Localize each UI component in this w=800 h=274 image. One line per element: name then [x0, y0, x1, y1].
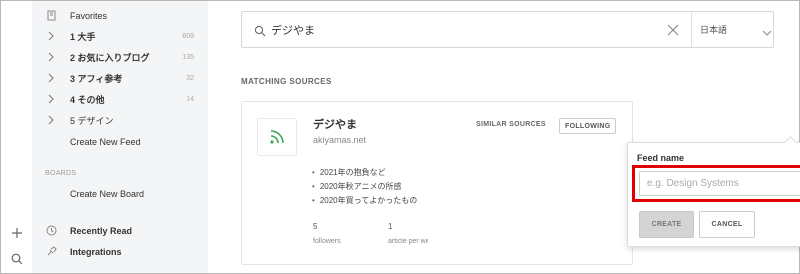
search-input[interactable] — [271, 20, 631, 40]
create-feed-label: Create New Feed — [70, 136, 141, 147]
language-select[interactable]: 日本語 — [700, 23, 727, 36]
feed-label: 1 大手 — [70, 32, 96, 42]
clock-icon — [46, 225, 57, 236]
feed-label: 3 アフィ参考 — [70, 74, 123, 84]
left-rail — [1, 1, 32, 273]
feed-name-input[interactable] — [639, 171, 800, 196]
chevron-right-icon[interactable] — [46, 31, 56, 41]
sidebar-feed-item[interactable]: 2 お気に入りブログ 135 — [32, 47, 208, 68]
source-url: akiyamas.net — [313, 135, 367, 145]
chevron-right-icon[interactable] — [46, 73, 56, 83]
sidebar-item-integrations[interactable]: Integrations — [32, 241, 208, 262]
main-content: 日本語 MATCHING SOURCES デジやま akiyamas.net S… — [208, 1, 800, 273]
sidebar-feed-item[interactable]: 1 大手 609 — [32, 26, 208, 47]
boards-section-header: BOARDS — [32, 163, 208, 184]
article-list: 2021年の抱負など 2020年秋アニメの所感 2020年買ってよかったもの — [312, 166, 422, 208]
chevron-right-icon[interactable] — [46, 115, 56, 125]
followers-label: followers — [313, 238, 341, 245]
similar-sources-button[interactable]: SIMILAR SOURCES — [476, 121, 546, 128]
section-title: MATCHING SOURCES — [241, 77, 332, 86]
feed-label: 4 その他 — [70, 95, 105, 105]
sidebar-feed-item[interactable]: 5 デザイン — [32, 110, 208, 131]
create-feed-popover: Feed name CREATE CANCEL — [627, 136, 800, 247]
search-bar: 日本語 — [241, 11, 774, 48]
chevron-down-icon[interactable] — [762, 25, 772, 36]
search-icon — [254, 24, 266, 37]
following-button[interactable]: FOLLOWING — [559, 118, 617, 134]
close-icon[interactable] — [666, 23, 680, 37]
search-icon[interactable] — [7, 249, 27, 269]
articles-label: article per week — [388, 238, 428, 245]
chevron-right-icon[interactable] — [46, 52, 56, 62]
list-item[interactable]: 2021年の抱負など — [312, 166, 422, 180]
sidebar-item-label: Recently Read — [70, 225, 133, 236]
create-board-label: Create New Board — [70, 188, 145, 199]
feed-count: 609 — [182, 33, 194, 40]
sidebar-item-favorites[interactable]: Favorites — [32, 5, 208, 26]
list-item[interactable]: 2020年買ってよかったもの — [312, 194, 422, 208]
feed-label: 5 デザイン — [70, 116, 114, 126]
sidebar-item-label: Favorites — [70, 10, 108, 21]
feed-count: 32 — [186, 75, 194, 82]
feed-label: 2 お気に入りブログ — [70, 53, 150, 63]
rss-icon — [257, 118, 297, 156]
popover-arrow — [784, 136, 797, 149]
followers-count: 5 — [313, 222, 318, 231]
create-button[interactable]: CREATE — [639, 211, 694, 238]
articles-count: 1 — [388, 222, 393, 231]
sidebar-feed-item[interactable]: 3 アフィ参考 32 — [32, 68, 208, 89]
sidebar-item-recently-read[interactable]: Recently Read — [32, 220, 208, 241]
create-board-link[interactable]: Create New Board — [32, 183, 208, 204]
sidebar-feed-item[interactable]: 4 その他 14 — [32, 89, 208, 110]
list-item[interactable]: 2020年秋アニメの所感 — [312, 180, 422, 194]
plug-icon — [46, 246, 57, 257]
sidebar: Favorites 1 大手 609 2 お気に入りブログ 135 3 アフィ参… — [32, 1, 208, 273]
create-feed-link[interactable]: Create New Feed — [32, 131, 208, 152]
chevron-right-icon[interactable] — [46, 94, 56, 104]
favorites-icon — [46, 10, 57, 21]
divider — [691, 12, 692, 47]
feed-count: 14 — [186, 96, 194, 103]
source-card[interactable]: デジやま akiyamas.net SIMILAR SOURCES FOLLOW… — [241, 101, 633, 265]
section-label: BOARDS — [45, 170, 77, 177]
feed-name-label: Feed name — [637, 153, 685, 163]
cancel-button[interactable]: CANCEL — [699, 211, 755, 238]
feed-count: 135 — [182, 54, 194, 61]
add-icon[interactable] — [7, 223, 27, 243]
sidebar-item-label: Integrations — [70, 246, 122, 257]
source-title[interactable]: デジやま — [313, 116, 357, 132]
